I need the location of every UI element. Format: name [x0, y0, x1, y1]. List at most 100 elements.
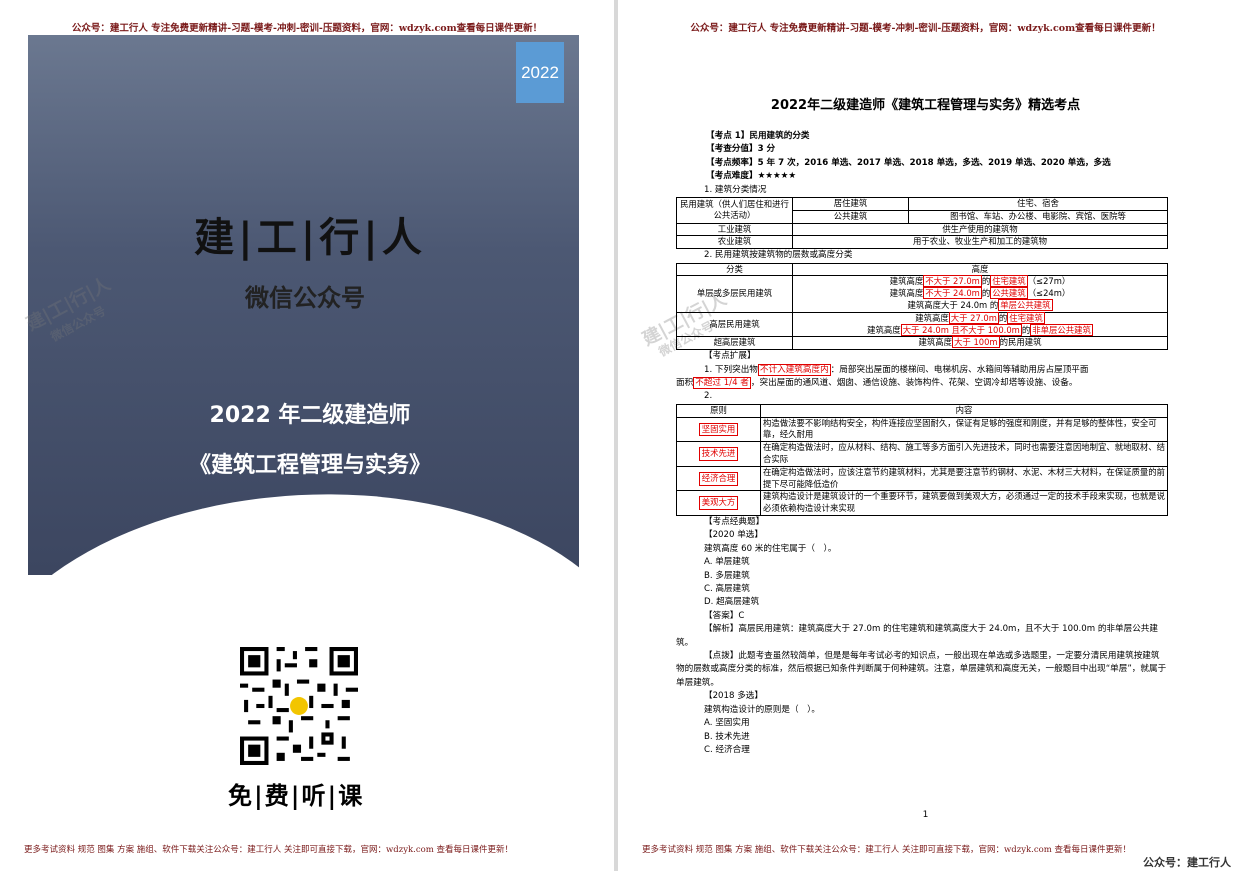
document-body: 【考点 1】民用建筑的分类 【考查分值】3 分 【考点频率】5 年 7 次，20… [676, 130, 1168, 757]
document-title: 2022年二级建造师《建筑工程管理与实务》精选考点 [770, 98, 1081, 113]
brand-title: 建|工|行|人 [194, 214, 426, 261]
table-cell: 建筑高度 大于 100m 的民用建筑 [792, 336, 1168, 351]
content-page: 公众号：建工行人 专注免费更新精讲-习题-模考-冲刺-密训-压题资料，官网：wd… [618, 0, 1233, 871]
text: 建筑高度 [867, 324, 901, 335]
section-heading: 1. 建筑分类情况 [704, 184, 767, 195]
extension-item-1-cont: 面积 不超过 1/4 者，突出屋面的通风道、烟囱、通信设施、装饰构件、花架、空调冷… [676, 377, 1168, 390]
table-cell: 建筑高度 大于 27.0m 的住宅建筑 建筑高度 大于 24.0m 且不大于 100.… [792, 311, 1168, 338]
highlight: 不计入建筑高度内 [757, 363, 831, 376]
option: B. 技术先进 [704, 731, 750, 742]
question-tag: 【2018 多选】 [704, 691, 763, 702]
highlight: 公共建筑 [990, 287, 1028, 300]
table-cell: 公共建筑 [792, 209, 909, 224]
extension-title: 【考点扩展】 [704, 351, 756, 362]
text: ，突出屋面的通风道、烟囱、通信设施、装饰构件、花架、空调冷却塔等设施、设备。 [750, 378, 1078, 389]
explanation: 【解析】高层民用建筑：建筑高度大于 27.0m 的住宅建筑和建筑高度大于 24.… [676, 624, 1158, 648]
text: （≤24m） [1027, 288, 1071, 299]
principle-label: 技术先进 [698, 447, 739, 461]
text: 建筑高度 [915, 312, 949, 323]
table-cell: 农业建筑 [676, 235, 793, 250]
text: 建筑高度 [889, 276, 924, 287]
height-rule: 建筑高度 大于 27.0m 的住宅建筑 [795, 311, 1165, 325]
question-tag: 【2020 单选】 [704, 530, 763, 541]
table-cell: 在确定构造做法时，应该注意节约建筑材料，尤其是要注意节约钢材、水泥、木材三大材料… [760, 465, 1168, 492]
question-text: 建筑高度 60 米的住宅属于（ ）。 [704, 543, 837, 554]
option: B. 多层建筑 [704, 570, 750, 581]
page-number: 1 [922, 810, 929, 820]
highlight: 不大于 27.0m [923, 275, 982, 288]
table-cell: 技术先进 [676, 441, 761, 467]
height-rule: 建筑高度大于 24.0m 的单层公共建筑 [795, 299, 1165, 312]
height-rule: 建筑高度 大于 24.0m 且不大于 100.0m 的非单层公共建筑 [795, 323, 1165, 337]
text: 的民用建筑 [999, 337, 1042, 348]
height-class-table: 分类 高度 单层或多层民用建筑 建筑高度 不大于 27.0m 的住宅建筑 （≤27m）… [676, 262, 1168, 351]
option: D. 超高层建筑 [704, 597, 760, 608]
option: C. 经济合理 [704, 744, 750, 755]
principles-table: 原则 内容 坚固实用 构造做法要不影响结构安全，构件连接应坚固耐久，保证有足够的… [676, 403, 1168, 516]
highlight: 大于 24.0m 且不大于 100.0m [900, 323, 1022, 336]
brand-subtitle: 微信公众号 [245, 284, 365, 312]
classic-questions-title: 【考点经典题】 [704, 517, 765, 527]
option: A. 单层建筑 [704, 557, 750, 568]
year-badge: 2022 [516, 42, 564, 103]
highlight: 不超过 1/4 者 [693, 377, 751, 390]
principle-label: 坚固实用 [698, 422, 739, 437]
table-cell: 住宅、宿舍 [908, 197, 1168, 211]
bottom-banner: 更多考试资料 规范 图集 方案 施组、软件下载关注公众号：建工行人 关注即可直接… [24, 845, 514, 855]
text: 建筑高度大于 24.0m 的 [907, 300, 999, 311]
highlight: 住宅建筑 [1007, 311, 1045, 324]
table-header: 分类 [676, 262, 793, 277]
point-difficulty: 【考点难度】★★★★★ [706, 171, 797, 182]
highlight: 单层公共建筑 [998, 299, 1053, 312]
question-text: 建筑构造设计的原则是（ ）。 [704, 704, 821, 715]
highlight: 不大于 24.0m [923, 287, 982, 300]
highlight: 住宅建筑 [990, 275, 1028, 288]
bottom-banner: 更多考试资料 规范 图集 方案 施组、软件下载关注公众号：建工行人 关注即可直接… [642, 845, 1132, 855]
table-cell: 建筑构造设计是建筑设计的一个重要环节，建筑要做到美观大方，必须通过一定的技术手段… [760, 490, 1168, 516]
building-class-table: 民用建筑（供人们居住和进行公共活动） 居住建筑 住宅、宿舍 公共建筑 图书馆、车… [676, 197, 1168, 250]
table-cell: 超高层建筑 [676, 336, 793, 351]
corner-tag: 公众号：建工行人 [1143, 856, 1231, 869]
extension-item-2: 2. [704, 391, 713, 402]
text: 面积 [676, 378, 694, 389]
highlight: 大于 100m [952, 336, 1000, 349]
point-score: 【考查分值】3 分 [706, 144, 776, 155]
text: 1. 下列突出物 [704, 364, 758, 375]
section-heading: 2. 民用建筑按建筑物的层数或高度分类 [704, 250, 853, 261]
table-cell: 居住建筑 [792, 197, 909, 211]
top-banner: 公众号：建工行人 专注免费更新精讲-习题-模考-冲刺-密训-压题资料，官网：wd… [71, 23, 543, 34]
highlight: 非单层公共建筑 [1030, 323, 1093, 336]
option: C. 高层建筑 [704, 584, 750, 595]
free-listen-slogan: 免|费|听|课 [228, 781, 365, 810]
table-header: 原则 [676, 403, 761, 418]
highlight: 大于 27.0m [948, 311, 999, 324]
table-cell: 构造做法要不影响结构安全，构件连接应坚固耐久，保证有足够的强度和刚度，并有足够的… [760, 416, 1168, 443]
text: 的 [1021, 324, 1031, 335]
table-cell: 美观大方 [676, 490, 761, 516]
text: 的 [981, 288, 991, 299]
table-cell: 坚固实用 [676, 416, 761, 443]
text: 建筑高度 [889, 288, 924, 299]
option: A. 坚固实用 [704, 718, 750, 729]
table-cell: 建筑高度 不大于 27.0m 的住宅建筑 （≤27m） 建筑高度 不大于 24.0m 的公… [792, 275, 1168, 313]
text: （≤27m） [1027, 276, 1071, 287]
point-frequency: 【考点频率】5 年 7 次，2016 单选、2017 单选、2018 单选，多选… [706, 157, 1111, 168]
table-cell: 高层民用建筑 [676, 311, 793, 338]
principle-label: 美观大方 [698, 496, 739, 511]
table-header: 高度 [792, 262, 1168, 277]
table-cell: 供生产使用的建筑物 [792, 222, 1168, 237]
principle-label: 经济合理 [698, 471, 739, 486]
top-banner: 公众号：建工行人 专注免费更新精讲-习题-模考-冲刺-密训-压题资料，官网：wd… [690, 23, 1161, 34]
height-rule: 建筑高度 不大于 24.0m 的公共建筑 （≤24m） [795, 287, 1165, 300]
table-header: 内容 [760, 403, 1168, 418]
table-cell: 在确定构造做法时，应从材料、结构、施工等多方面引入先进技术，同时也需要注意因地制… [760, 441, 1168, 467]
table-cell: 工业建筑 [676, 222, 793, 237]
qr-code-icon [240, 647, 358, 765]
cover-title-line3: 精选考点 [270, 501, 350, 525]
table-cell: 单层或多层民用建筑 [676, 275, 793, 313]
text: 建筑高度 [918, 337, 953, 348]
point-title: 【考点 1】民用建筑的分类 [706, 131, 810, 141]
cover-page: 公众号：建工行人 专注免费更新精讲-习题-模考-冲刺-密训-压题资料，官网：wd… [0, 0, 614, 871]
tip: 【点拨】此题考查虽然较简单，但是是每年考试必考的知识点，一般出现在单选或多选题里… [676, 651, 1167, 688]
table-cell: 民用建筑（供人们居住和进行公共活动） [676, 197, 793, 224]
